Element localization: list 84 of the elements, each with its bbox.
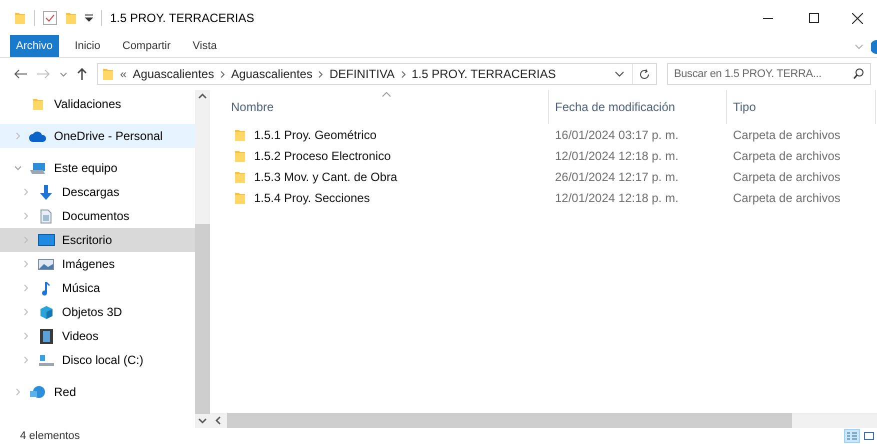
- breadcrumb[interactable]: Aguascalientes: [231, 65, 312, 83]
- maximize-icon: [809, 13, 819, 23]
- type-cell: Carpeta de archivos: [733, 190, 840, 204]
- sidebar-item[interactable]: Disco local (C:): [0, 348, 195, 372]
- file-row[interactable]: 1.5.1 Proy. Geométrico 16/01/2024 03:17 p. m. Carpeta de archivos: [210, 124, 877, 145]
- drive-icon: [38, 354, 54, 366]
- date-cell: 26/01/2024 12:17 p. m.: [555, 170, 678, 184]
- checkbox-icon[interactable]: [43, 11, 57, 25]
- breadcrumb[interactable]: DEFINITIVA: [329, 65, 395, 83]
- scrollbar-thumb[interactable]: [195, 224, 210, 414]
- folder-icon: [102, 67, 114, 81]
- cube-icon: [38, 304, 54, 320]
- tiles-view-button[interactable]: [861, 429, 877, 443]
- breadcrumb[interactable]: Aguascalientes: [132, 65, 214, 83]
- date-cell: 12/01/2024 12:18 p. m.: [555, 148, 678, 162]
- breadcrumb-chevron-icon[interactable]: [220, 70, 226, 78]
- close-icon: [852, 12, 862, 24]
- chevron-down-icon[interactable]: [855, 44, 863, 50]
- sidebar-item[interactable]: Documentos: [0, 204, 195, 228]
- scrollbar-thumb[interactable]: [227, 413, 792, 428]
- ribbon-tab[interactable]: Vista: [186, 35, 223, 57]
- item-count: 4 elementos: [20, 428, 80, 444]
- ribbon-tab[interactable]: Inicio: [68, 35, 106, 57]
- column-header[interactable]: Tipo: [726, 90, 876, 124]
- music-note-icon: [41, 280, 51, 296]
- window-title: 1.5 PROY. TERRACERIAS: [110, 10, 254, 27]
- recent-chevron-icon[interactable]: [60, 72, 67, 76]
- date-cell: 16/01/2024 03:17 p. m.: [555, 128, 678, 142]
- sidebar-item[interactable]: OneDrive - Personal: [0, 124, 195, 148]
- type-cell: Carpeta de archivos: [733, 170, 840, 184]
- address-bar[interactable]: « Aguascalientes Aguascalientes DEFINITIVA 1.5 PROY. TERRACERIAS: [97, 63, 657, 85]
- breadcrumb-chevron-icon[interactable]: [318, 70, 324, 78]
- file-name: 1.5.1 Proy. Geométrico: [254, 126, 376, 144]
- ribbon-tab[interactable]: Archivo: [10, 35, 59, 57]
- desktop-icon: [38, 234, 54, 246]
- file-row[interactable]: 1.5.3 Mov. y Cant. de Obra 26/01/2024 12:17 p. m. Carpeta de archivos: [210, 166, 877, 187]
- file-row[interactable]: 1.5.2 Proceso Electronico 12/01/2024 12:18 p. m. Carpeta de archivos: [210, 145, 877, 166]
- type-cell: Carpeta de archivos: [733, 148, 840, 162]
- back-arrow-icon[interactable]: [14, 69, 27, 79]
- sidebar-item[interactable]: Validaciones: [0, 92, 195, 116]
- pictures-icon: [38, 258, 54, 270]
- breadcrumb-chevron-icon[interactable]: [400, 70, 406, 78]
- sidebar-item[interactable]: Este equipo: [0, 156, 195, 180]
- sidebar-item[interactable]: Red: [0, 380, 195, 404]
- refresh-icon[interactable]: [639, 68, 650, 80]
- folder-icon: [234, 148, 246, 162]
- column-header[interactable]: Fecha de modificación: [548, 90, 726, 124]
- details-view-button[interactable]: [844, 429, 860, 443]
- details-list-icon: [847, 432, 857, 440]
- download-icon: [39, 184, 53, 200]
- column-header[interactable]: Nombre: [210, 90, 548, 124]
- file-name: 1.5.2 Proceso Electronico: [254, 148, 391, 164]
- date-cell: 12/01/2024 12:18 p. m.: [555, 190, 678, 204]
- file-name: 1.5.3 Mov. y Cant. de Obra: [254, 168, 398, 186]
- sidebar-item[interactable]: Música: [0, 276, 195, 300]
- expanded-chevron-icon[interactable]: [14, 164, 22, 172]
- ribbon-tab[interactable]: Compartir: [116, 35, 177, 57]
- file-name: 1.5.4 Proy. Secciones: [254, 190, 370, 206]
- document-icon: [40, 208, 52, 224]
- folder-icon: [14, 11, 26, 25]
- network-icon: [30, 386, 46, 398]
- type-cell: Carpeta de archivos: [733, 128, 840, 142]
- up-arrow-icon[interactable]: [77, 68, 87, 80]
- overflow-marker[interactable]: «: [120, 65, 127, 83]
- folder-icon: [234, 190, 246, 204]
- sidebar-item[interactable]: Descargas: [0, 180, 195, 204]
- folder-icon: [234, 128, 246, 142]
- film-icon: [40, 328, 52, 344]
- computer-icon: [30, 162, 46, 174]
- search-field[interactable]: Buscar en 1.5 PROY. TERRA...: [667, 63, 871, 85]
- sidebar-item[interactable]: Videos: [0, 324, 195, 348]
- history-chevron-icon[interactable]: [615, 71, 624, 77]
- sidebar-item[interactable]: Escritorio: [0, 228, 195, 252]
- folder-icon: [234, 170, 246, 184]
- folder-icon: [32, 97, 44, 111]
- cloud-icon: [29, 130, 47, 142]
- sidebar-item[interactable]: Objetos 3D: [0, 300, 195, 324]
- dropdown-icon[interactable]: [85, 14, 93, 22]
- file-row[interactable]: 1.5.4 Proy. Secciones 12/01/2024 12:18 p. m. Carpeta de archivos: [210, 187, 877, 208]
- sidebar-item[interactable]: Imágenes: [0, 252, 195, 276]
- search-icon[interactable]: [853, 68, 864, 79]
- new-folder-icon: [65, 11, 77, 25]
- breadcrumb[interactable]: 1.5 PROY. TERRACERIAS: [412, 65, 556, 83]
- tiles-icon: [864, 432, 874, 440]
